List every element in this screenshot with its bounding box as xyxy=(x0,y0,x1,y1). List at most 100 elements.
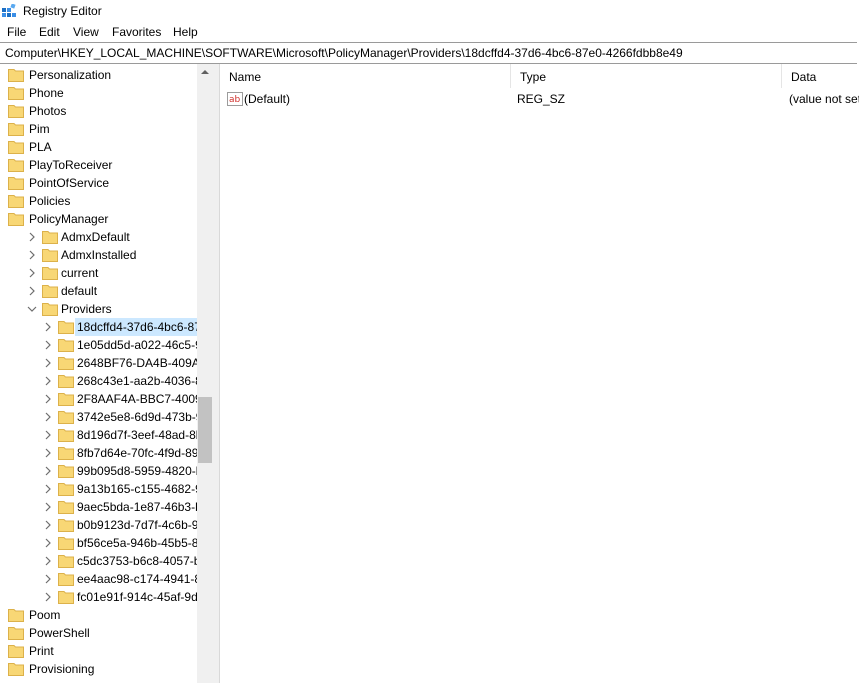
tree-item[interactable]: Provisioning xyxy=(0,660,197,678)
address-bar[interactable]: Computer\HKEY_LOCAL_MACHINE\SOFTWARE\Mic… xyxy=(0,42,857,64)
registry-editor-icon xyxy=(2,4,16,17)
tree-item[interactable]: 1e05dd5d-a022-46c5-963c xyxy=(0,336,197,354)
tree-item[interactable]: 2F8AAF4A-BBC7-4009-A0 xyxy=(0,390,197,408)
address-path[interactable]: Computer\HKEY_LOCAL_MACHINE\SOFTWARE\Mic… xyxy=(5,46,683,60)
menu-view[interactable]: View xyxy=(72,25,100,39)
tree-item[interactable]: 9a13b165-c155-4682-902e xyxy=(0,480,197,498)
tree-item[interactable]: 18dcffd4-37d6-4bc6-87e0 xyxy=(0,318,197,336)
tree-item[interactable]: PlayToReceiver xyxy=(0,156,197,174)
folder-icon xyxy=(42,303,58,316)
tree-item-label: fc01e91f-914c-45af-9d7c- xyxy=(77,590,197,604)
tree-item-label: 9a13b165-c155-4682-902e xyxy=(77,482,197,496)
folder-icon xyxy=(8,627,24,640)
chevron-right-icon[interactable] xyxy=(43,574,53,584)
scroll-thumb[interactable] xyxy=(198,397,212,463)
menu-bar: File Edit View Favorites Help xyxy=(0,23,859,42)
tree-item[interactable]: 8d196d7f-3eef-48ad-8bea xyxy=(0,426,197,444)
title-bar: Registry Editor xyxy=(0,0,859,23)
chevron-right-icon[interactable] xyxy=(43,430,53,440)
chevron-right-icon[interactable] xyxy=(43,448,53,458)
chevron-right-icon[interactable] xyxy=(43,502,53,512)
menu-favorites[interactable]: Favorites xyxy=(111,25,162,39)
menu-help[interactable]: Help xyxy=(172,25,199,39)
tree-item-label: 18dcffd4-37d6-4bc6-87e0 xyxy=(75,318,197,336)
value-name: (Default) xyxy=(244,92,291,106)
tree-item-label: default xyxy=(61,284,98,298)
folder-icon xyxy=(58,555,74,568)
tree-item-label: c5dc3753-b6c8-4057-b396 xyxy=(77,554,197,568)
tree-item[interactable]: PointOfService xyxy=(0,174,197,192)
tree-item[interactable]: fc01e91f-914c-45af-9d7c- xyxy=(0,588,197,606)
tree-item[interactable]: Phone xyxy=(0,84,197,102)
chevron-right-icon[interactable] xyxy=(43,484,53,494)
tree-item[interactable]: Photos xyxy=(0,102,197,120)
chevron-right-icon[interactable] xyxy=(43,394,53,404)
tree-item[interactable]: Pim xyxy=(0,120,197,138)
tree-item[interactable]: 9aec5bda-1e87-46b3-bb9c xyxy=(0,498,197,516)
value-list[interactable]: Name Type Data ab (Default) REG_SZ (valu… xyxy=(220,64,859,683)
scroll-up-arrow-icon[interactable] xyxy=(201,70,209,74)
tree-item[interactable]: default xyxy=(0,282,197,300)
tree-item[interactable]: bf56ce5a-946b-45b5-858a xyxy=(0,534,197,552)
tree-item[interactable]: b0b9123d-7d7f-4c6b-9973 xyxy=(0,516,197,534)
tree-item-label: PowerShell xyxy=(29,626,90,640)
tree-scrollbar[interactable] xyxy=(197,64,214,683)
chevron-right-icon[interactable] xyxy=(43,340,53,350)
tree-item[interactable]: current xyxy=(0,264,197,282)
column-header-name[interactable]: Name xyxy=(220,64,510,88)
folder-icon xyxy=(8,663,24,676)
tree-item[interactable]: 3742e5e8-6d9d-473b-99a6 xyxy=(0,408,197,426)
tree-item[interactable]: Poom xyxy=(0,606,197,624)
tree-item-label: 8d196d7f-3eef-48ad-8bea xyxy=(77,428,197,442)
tree-item[interactable]: 268c43e1-aa2b-4036-86ef- xyxy=(0,372,197,390)
folder-icon xyxy=(58,375,74,388)
tree-item[interactable]: Providers xyxy=(0,300,197,318)
tree-item-label: 1e05dd5d-a022-46c5-963c xyxy=(77,338,197,352)
chevron-right-icon[interactable] xyxy=(43,520,53,530)
key-tree[interactable]: Personalization Phone Photos Pim PLA PlayToRe… xyxy=(0,64,197,683)
folder-icon xyxy=(58,537,74,550)
column-header-type[interactable]: Type xyxy=(511,64,781,88)
chevron-down-icon[interactable] xyxy=(27,304,37,314)
folder-icon xyxy=(8,177,24,190)
tree-item[interactable]: 2648BF76-DA4B-409A-BFF xyxy=(0,354,197,372)
menu-edit[interactable]: Edit xyxy=(38,25,61,39)
tree-item[interactable]: Policies xyxy=(0,192,197,210)
chevron-right-icon[interactable] xyxy=(43,466,53,476)
chevron-right-icon[interactable] xyxy=(43,376,53,386)
tree-item[interactable]: PLA xyxy=(0,138,197,156)
folder-icon xyxy=(8,105,24,118)
chevron-right-icon[interactable] xyxy=(43,556,53,566)
tree-item[interactable]: PolicyManager xyxy=(0,210,197,228)
tree-item[interactable]: PowerShell xyxy=(0,624,197,642)
chevron-right-icon[interactable] xyxy=(27,232,37,242)
chevron-right-icon[interactable] xyxy=(43,538,53,548)
chevron-right-icon[interactable] xyxy=(27,250,37,260)
chevron-right-icon[interactable] xyxy=(43,412,53,422)
chevron-right-icon[interactable] xyxy=(43,358,53,368)
column-header-data[interactable]: Data xyxy=(782,64,859,88)
chevron-right-icon[interactable] xyxy=(43,322,53,332)
folder-icon xyxy=(58,465,74,478)
folder-icon xyxy=(58,447,74,460)
tree-item[interactable]: c5dc3753-b6c8-4057-b396 xyxy=(0,552,197,570)
tree-item[interactable]: Print xyxy=(0,642,197,660)
tree-item[interactable]: 8fb7d64e-70fc-4f9d-89ee- xyxy=(0,444,197,462)
value-row[interactable]: ab (Default) REG_SZ (value not set) xyxy=(220,90,859,108)
tree-item[interactable]: Personalization xyxy=(0,66,197,84)
folder-icon xyxy=(58,339,74,352)
tree-item[interactable]: AdmxDefault xyxy=(0,228,197,246)
window-title: Registry Editor xyxy=(23,4,102,18)
tree-item[interactable]: ee4aac98-c174-4941-82b1 xyxy=(0,570,197,588)
chevron-right-icon[interactable] xyxy=(43,592,53,602)
tree-item[interactable]: 99b095d8-5959-4820-bea7 xyxy=(0,462,197,480)
value-data: (value not set) xyxy=(789,92,859,106)
chevron-right-icon[interactable] xyxy=(27,286,37,296)
folder-icon xyxy=(8,609,24,622)
menu-file[interactable]: File xyxy=(6,25,27,39)
chevron-right-icon[interactable] xyxy=(27,268,37,278)
folder-icon xyxy=(42,249,58,262)
folder-icon xyxy=(42,231,58,244)
tree-item-label: PlayToReceiver xyxy=(29,158,113,172)
tree-item[interactable]: AdmxInstalled xyxy=(0,246,197,264)
